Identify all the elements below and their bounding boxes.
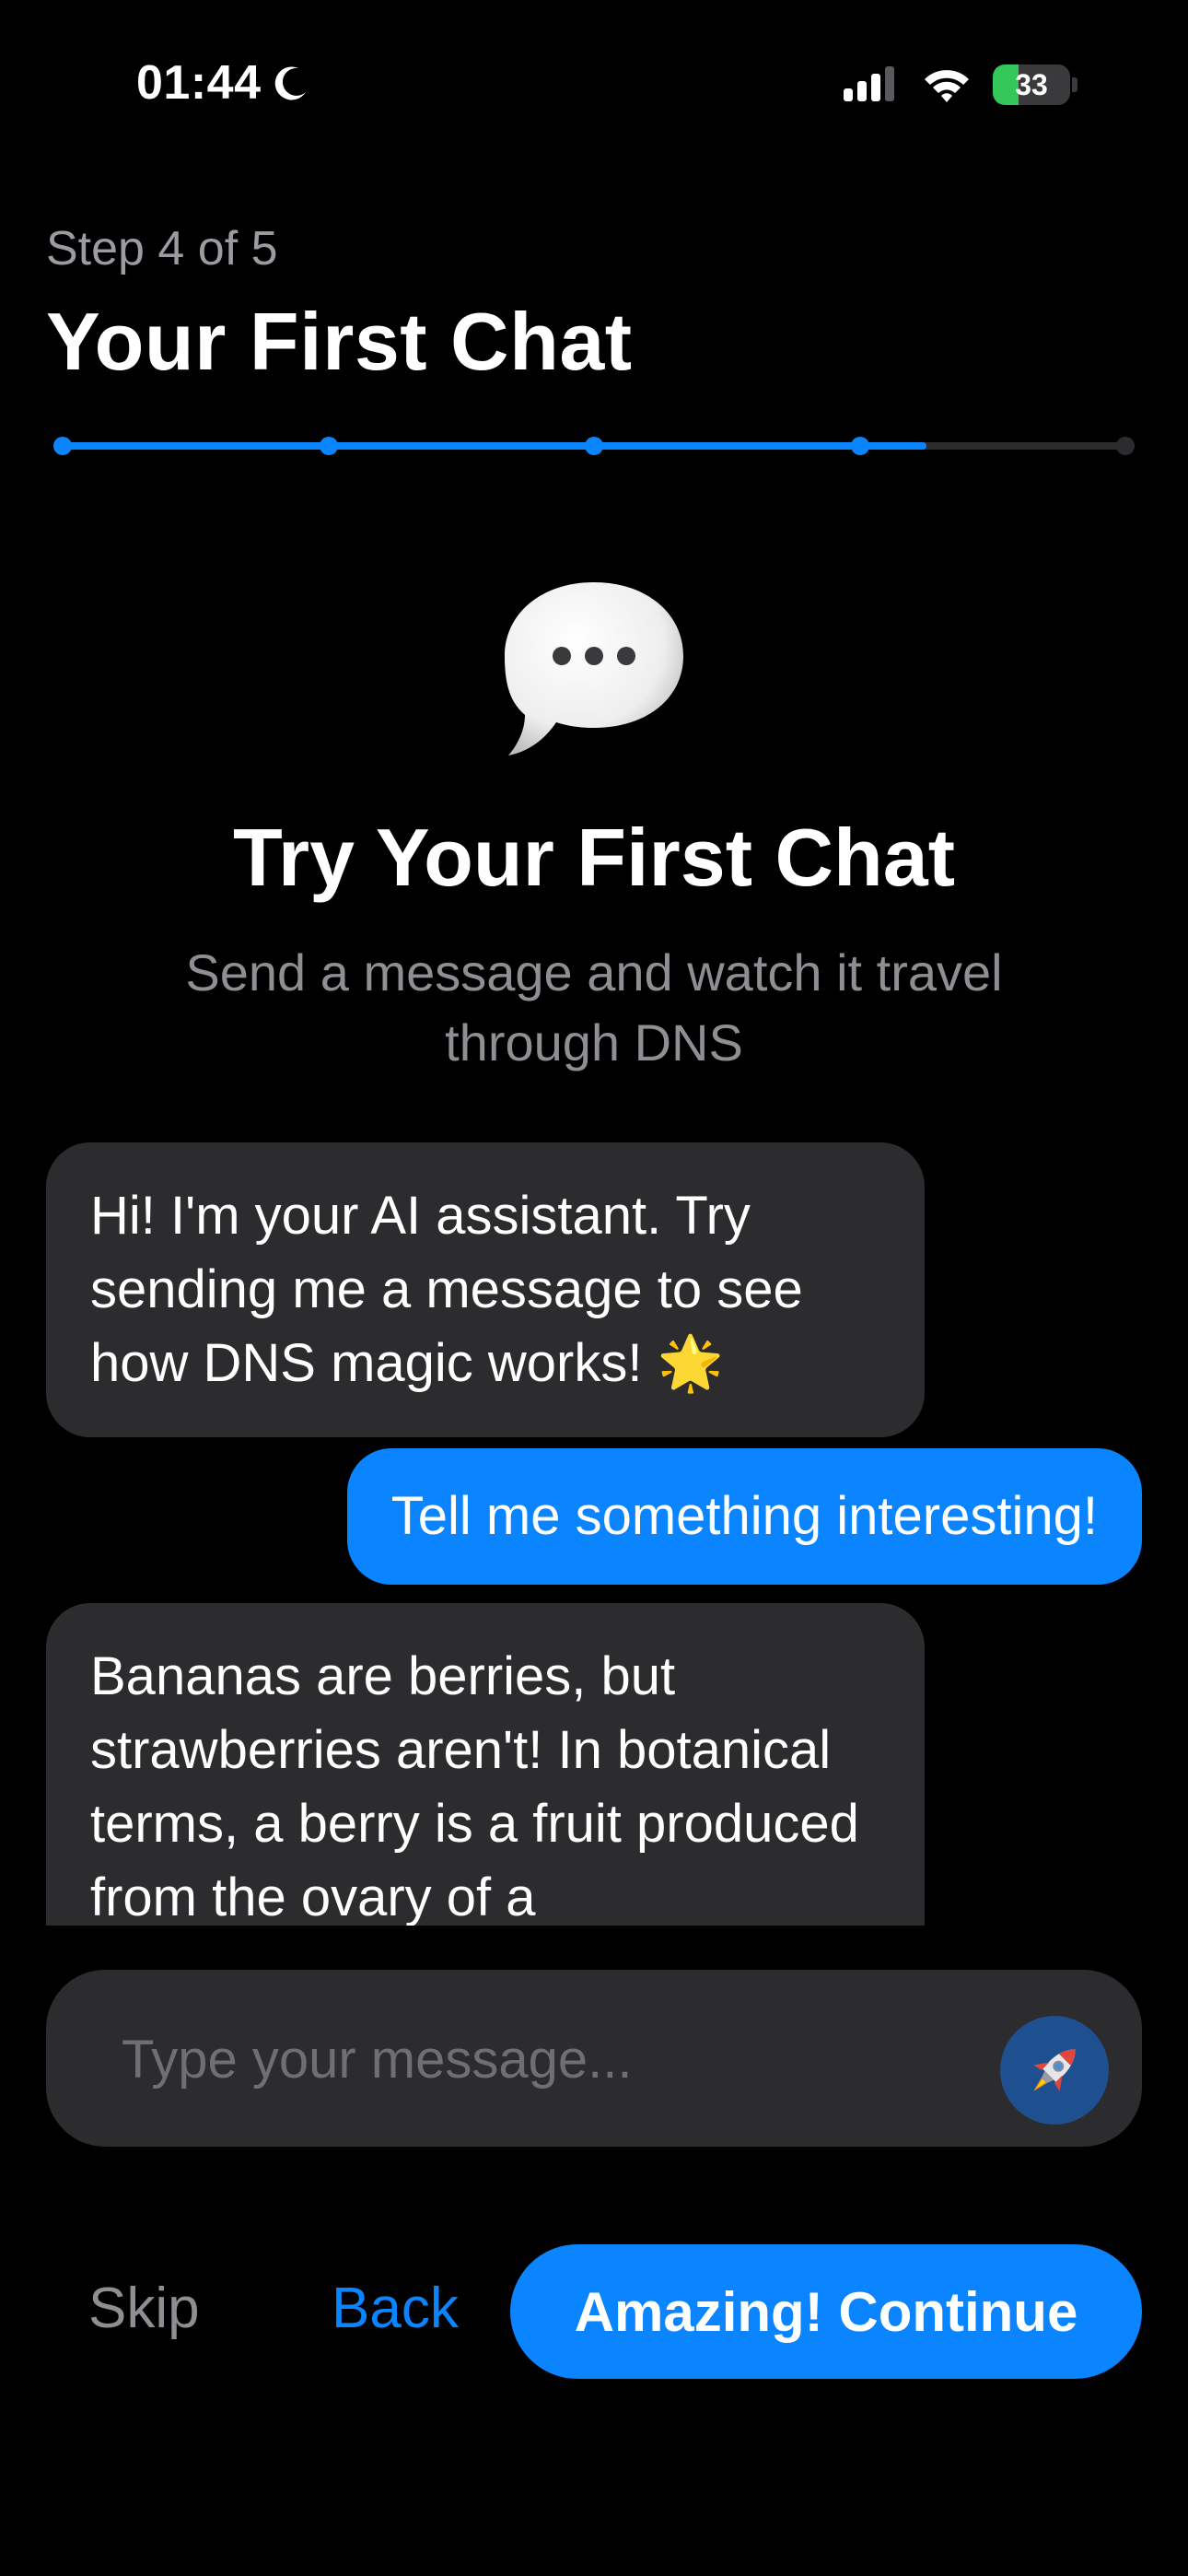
assistant-message-bubble: Bananas are berries, but strawberries ar… — [46, 1603, 925, 1926]
onboarding-screen: 01:44 33 Step 4 of 5 Your First Chat Try… — [0, 0, 1188, 2576]
progress-step-dot — [1116, 437, 1135, 455]
intro-subtitle: Send a message and watch it travel throu… — [185, 943, 1003, 1071]
speech-bubble-icon — [505, 582, 683, 755]
wifi-icon — [925, 70, 969, 102]
battery-body: 33 — [993, 64, 1070, 105]
continue-button[interactable]: Amazing! Continue — [510, 2244, 1142, 2379]
progress-step-dot — [53, 437, 72, 455]
status-time: 01:44 — [136, 56, 262, 110]
battery-level: 33 — [1015, 67, 1048, 101]
cellular-signal-icon — [844, 66, 894, 101]
message-text: Hi! I'm your AI assistant. Try sending m… — [90, 1186, 803, 1393]
battery-indicator: 33 — [993, 64, 1077, 105]
status-time-group: 01:44 — [136, 55, 311, 111]
progress-step-dot — [585, 437, 603, 455]
status-indicators: 33 — [842, 64, 1077, 105]
chat-messages-list[interactable]: Hi! I'm your AI assistant. Try sending m… — [46, 1142, 1142, 1926]
battery-cap — [1072, 77, 1077, 92]
assistant-message-bubble: Hi! I'm your AI assistant. Try sending m… — [46, 1142, 925, 1437]
step-progress-bar — [46, 435, 1142, 457]
rocket-icon — [1033, 2049, 1076, 2091]
progress-fill — [63, 442, 926, 450]
progress-step-dot — [319, 437, 338, 455]
send-button[interactable] — [1000, 2016, 1109, 2125]
page-title: Your First Chat — [46, 296, 633, 387]
user-message-bubble: Tell me something interesting! — [346, 1448, 1142, 1585]
message-text: Tell me something interesting! — [390, 1486, 1098, 1546]
back-button[interactable]: Back — [332, 2276, 459, 2341]
continue-button-label: Amazing! Continue — [574, 2280, 1078, 2343]
message-input[interactable] — [120, 1970, 952, 2149]
message-text: Bananas are berries, but strawberries ar… — [90, 1646, 859, 1926]
step-label: Step 4 of 5 — [46, 222, 278, 275]
status-bar: 01:44 33 — [0, 0, 1188, 175]
progress-step-dot — [850, 437, 869, 455]
skip-button[interactable]: Skip — [88, 2276, 200, 2341]
intro-title: Try Your First Chat — [232, 812, 955, 903]
message-composer — [46, 1970, 1142, 2149]
moon-icon — [274, 66, 306, 100]
